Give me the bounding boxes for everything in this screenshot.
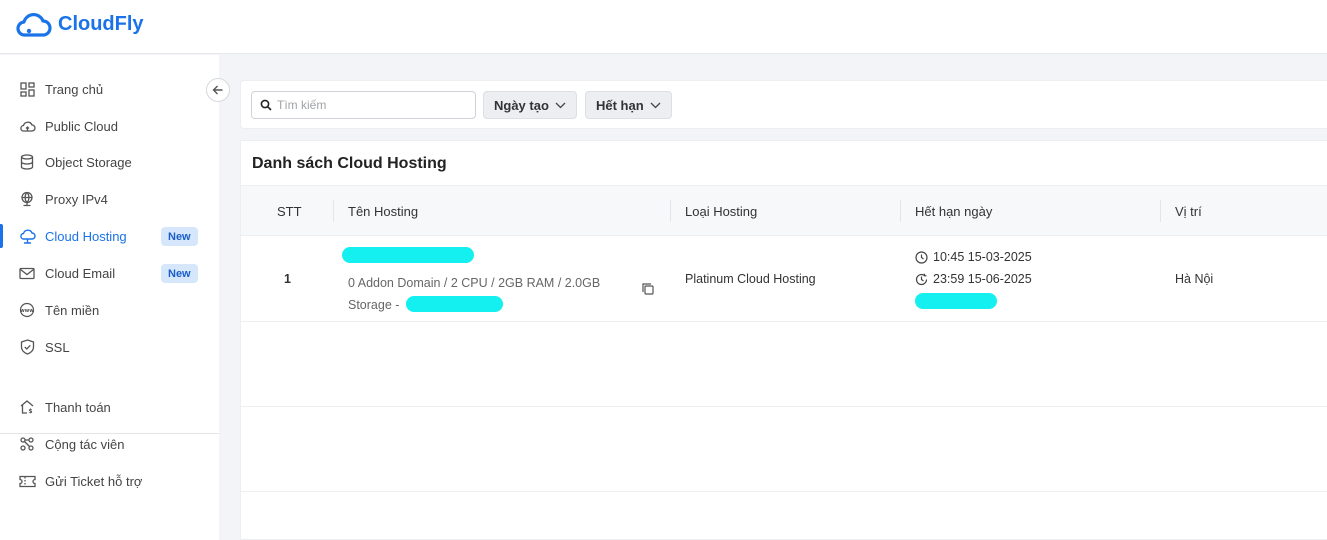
filter-bar: Ngày tạo Hết hạn [240, 80, 1327, 129]
expire-time: 23:59 15-06-2025 [915, 272, 1032, 286]
column-header-name: Tên Hosting [348, 204, 419, 219]
brand-logo[interactable]: CloudFly [16, 10, 144, 38]
network-icon [18, 435, 36, 453]
sidebar-item-label: Gửi Ticket hỗ trợ [45, 473, 143, 489]
column-divider [900, 200, 901, 222]
sidebar-item-object-storage[interactable]: Object Storage [0, 147, 219, 177]
clock-icon [915, 250, 928, 264]
new-badge: New [161, 227, 198, 246]
chevron-down-icon [650, 102, 661, 108]
mail-icon [18, 264, 36, 282]
created-time: 10:45 15-03-2025 [915, 250, 1032, 264]
column-header-location: Vị trí [1175, 204, 1202, 219]
search-icon [260, 99, 272, 111]
svg-text:www: www [20, 308, 34, 314]
sidebar-item-label: Cloud Hosting [45, 228, 127, 244]
sidebar-item-label: Proxy IPv4 [45, 191, 108, 207]
sidebar-item-affiliate[interactable]: Cộng tác viên [0, 429, 219, 459]
table-header: STT Tên Hosting Loại Hosting Hết hạn ngà… [241, 185, 1327, 236]
redacted-status [915, 293, 997, 309]
hosting-type: Platinum Cloud Hosting [685, 272, 816, 286]
www-icon: www [18, 301, 36, 319]
sidebar-item-label: Tên miền [45, 302, 100, 318]
created-date-dropdown[interactable]: Ngày tạo [483, 91, 577, 119]
ticket-icon [18, 472, 36, 490]
sidebar: Trang chủ Public Cloud Object Storage Pr… [0, 55, 219, 540]
sidebar-item-label: Object Storage [45, 154, 132, 170]
cloud-outline-icon [18, 227, 36, 245]
sidebar-item-label: Trang chủ [45, 81, 104, 97]
expire-time-text: 23:59 15-06-2025 [933, 272, 1032, 286]
shield-check-icon [18, 338, 36, 356]
column-header-expire: Hết hạn ngày [915, 204, 993, 219]
sidebar-collapse-button[interactable] [206, 78, 230, 102]
table-row[interactable]: 1 0 Addon Domain / 2 CPU / 2GB RAM / 2.0… [241, 237, 1327, 322]
expire-label: Hết hạn [596, 97, 644, 113]
search-input[interactable] [277, 98, 467, 112]
storage-icon [18, 153, 36, 171]
sidebar-item-proxy-ipv4[interactable]: Proxy IPv4 [0, 184, 219, 214]
sidebar-item-cloud-email[interactable]: Cloud Email New [0, 258, 219, 288]
row-divider [241, 406, 1327, 407]
expire-dropdown[interactable]: Hết hạn [585, 91, 672, 119]
sidebar-item-label: SSL [45, 339, 70, 355]
column-divider [1160, 200, 1161, 222]
clock-history-icon [915, 273, 928, 285]
sidebar-item-label: Cộng tác viên [45, 436, 125, 452]
sidebar-item-ssl[interactable]: SSL [0, 332, 219, 362]
hosting-table-card: Danh sách Cloud Hosting STT Tên Hosting … [240, 140, 1327, 540]
table-title: Danh sách Cloud Hosting [252, 155, 447, 172]
sidebar-item-public-cloud[interactable]: Public Cloud [0, 111, 219, 141]
brand-name: CloudFly [58, 12, 144, 35]
sidebar-item-cloud-hosting[interactable]: Cloud Hosting New [0, 221, 219, 251]
chevron-down-icon [555, 102, 566, 108]
sidebar-item-label: Cloud Email [45, 265, 116, 281]
row-divider [241, 491, 1327, 492]
svg-text:$: $ [28, 408, 32, 415]
sidebar-item-support-ticket[interactable]: Gửi Ticket hỗ trợ [0, 466, 219, 496]
sidebar-item-domain[interactable]: www Tên miền [0, 295, 219, 325]
redacted-hosting-name [342, 247, 474, 263]
sidebar-item-home[interactable]: Trang chủ [0, 74, 219, 104]
redacted-domain [405, 296, 503, 312]
sidebar-item-label: Public Cloud [45, 118, 118, 134]
created-date-label: Ngày tạo [494, 97, 549, 113]
column-divider [333, 200, 334, 222]
dashboard-icon [18, 80, 36, 98]
column-divider [670, 200, 671, 222]
cloud-icon [18, 117, 36, 135]
column-header-stt: STT [277, 204, 302, 219]
top-header: CloudFly [0, 0, 1327, 54]
column-header-type: Loại Hosting [685, 204, 758, 219]
new-badge: New [161, 264, 198, 283]
globe-pin-icon [18, 190, 36, 208]
hosting-spec: 0 Addon Domain / 2 CPU / 2GB RAM / 2.0GB… [348, 273, 618, 315]
row-stt: 1 [284, 272, 291, 286]
hosting-location: Hà Nội [1175, 272, 1214, 286]
payment-house-icon: $ [18, 398, 36, 416]
sidebar-item-label: Thanh toán [45, 399, 111, 415]
cloud-logo-icon [16, 12, 52, 37]
arrow-left-icon [212, 85, 223, 95]
copy-icon[interactable] [641, 282, 655, 296]
created-time-text: 10:45 15-03-2025 [933, 250, 1032, 264]
sidebar-item-payment[interactable]: $ Thanh toán [0, 392, 219, 422]
search-box[interactable] [251, 91, 476, 119]
